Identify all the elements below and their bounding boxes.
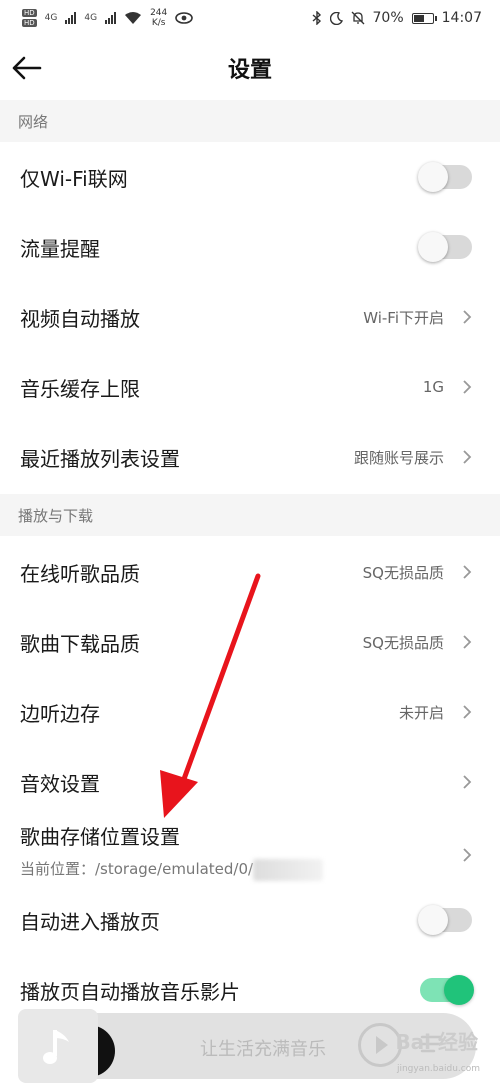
page-title: 设置 xyxy=(227,58,272,83)
back-arrow-icon[interactable] xyxy=(10,52,44,84)
setting-row-video-autoplay[interactable]: 视频自动播放 Wi-Fi下开启 xyxy=(0,282,500,352)
speed-unit: K/s xyxy=(151,18,166,28)
setting-label: 最近播放列表设置 xyxy=(20,446,180,471)
section-header-playback: 播放与下载 xyxy=(0,494,500,536)
chevron-right-icon xyxy=(463,775,472,789)
moon-icon xyxy=(329,11,343,25)
chevron-right-icon xyxy=(463,565,472,579)
chevron-right-icon xyxy=(463,705,472,719)
setting-row-auto-enter-player[interactable]: 自动进入播放页 xyxy=(0,885,500,955)
chevron-right-icon xyxy=(463,310,472,324)
auto-play-video-toggle[interactable] xyxy=(420,975,474,1005)
setting-row-listen-save[interactable]: 边听边存 未开启 xyxy=(0,677,500,747)
setting-row-wifi-only[interactable]: 仅Wi-Fi联网 xyxy=(0,142,500,212)
battery-percent: 70% xyxy=(372,10,404,26)
setting-value: 未开启 xyxy=(398,703,444,722)
section-label: 播放与下载 xyxy=(18,506,94,525)
setting-label: 流量提醒 xyxy=(20,236,100,261)
setting-label: 视频自动播放 xyxy=(20,306,140,331)
setting-value: Wi-Fi下开启 xyxy=(363,308,444,327)
network-type-label: 4G xyxy=(44,12,58,23)
setting-row-cache-limit[interactable]: 音乐缓存上限 1G xyxy=(0,352,500,422)
bluetooth-icon xyxy=(312,11,321,25)
setting-row-recent-list[interactable]: 最近播放列表设置 跟随账号展示 xyxy=(0,422,500,492)
setting-row-storage-location[interactable]: 歌曲存储位置设置 当前位置：/storage/emulated/0/ xyxy=(0,817,500,885)
watermark-brand: Bai 经验 xyxy=(395,1030,478,1054)
battery-fill xyxy=(413,14,425,22)
music-note-icon xyxy=(43,1030,69,1064)
signal-icon xyxy=(105,12,117,24)
section-label: 网络 xyxy=(18,112,49,131)
wifi-only-toggle[interactable] xyxy=(418,162,472,192)
auto-enter-player-toggle[interactable] xyxy=(418,905,472,935)
setting-label: 音效设置 xyxy=(20,771,100,796)
setting-row-download-quality[interactable]: 歌曲下载品质 SQ无损品质 xyxy=(0,607,500,677)
setting-label: 在线听歌品质 xyxy=(20,561,140,586)
watermark-url: jingyan.baidu.com xyxy=(396,1064,480,1074)
battery-icon xyxy=(411,12,437,24)
setting-value: SQ无损品质 xyxy=(362,633,444,652)
album-art[interactable] xyxy=(18,1009,98,1083)
setting-label: 歌曲下载品质 xyxy=(20,631,140,656)
chevron-right-icon xyxy=(463,635,472,649)
setting-subtitle: 当前位置：/storage/emulated/0/ xyxy=(20,858,324,881)
player-slogan: 让生活充满音乐 xyxy=(200,1039,326,1060)
storage-path: 当前位置：/storage/emulated/0/ xyxy=(20,860,254,879)
hd-icon: HD xyxy=(22,19,37,27)
setting-row-online-quality[interactable]: 在线听歌品质 SQ无损品质 xyxy=(0,537,500,607)
data-alert-toggle[interactable] xyxy=(418,232,472,262)
mute-bell-icon xyxy=(351,11,364,25)
network-type-label: 4G xyxy=(84,12,98,23)
chevron-right-icon xyxy=(463,380,472,394)
toggle-knob xyxy=(418,162,448,192)
signal-icon xyxy=(65,12,77,24)
clock: 14:07 xyxy=(441,10,482,26)
eye-icon xyxy=(175,12,194,24)
status-bar: HD HD 4G 4G 244 K/s 70% 14:07 xyxy=(0,0,500,36)
setting-value: SQ无损品质 xyxy=(362,563,444,582)
toggle-knob xyxy=(418,232,448,262)
setting-label: 歌曲存储位置设置 xyxy=(20,825,180,850)
setting-label: 自动进入播放页 xyxy=(20,909,160,934)
setting-value: 跟随账号展示 xyxy=(353,448,444,467)
hd-icon: HD xyxy=(22,9,37,17)
chevron-wrap xyxy=(462,847,472,867)
setting-row-data-alert[interactable]: 流量提醒 xyxy=(0,212,500,282)
setting-label: 音乐缓存上限 xyxy=(20,376,140,401)
setting-label: 仅Wi-Fi联网 xyxy=(20,166,128,191)
setting-label: 边听边存 xyxy=(20,701,100,726)
network-speed: 244 K/s xyxy=(150,8,167,28)
wifi-icon xyxy=(125,12,142,24)
chevron-right-icon xyxy=(463,848,472,862)
toggle-knob xyxy=(418,905,448,935)
speed-value: 244 xyxy=(150,8,168,18)
page-header: 设置 xyxy=(0,36,500,100)
setting-label: 播放页自动播放音乐影片 xyxy=(20,979,240,1004)
blurred-path xyxy=(253,858,324,881)
hd-icons: HD HD xyxy=(22,9,37,27)
status-right: 70% 14:07 xyxy=(312,10,482,26)
toggle-knob xyxy=(444,975,474,1005)
setting-value: 1G xyxy=(422,378,444,396)
section-header-network: 网络 xyxy=(0,100,500,142)
chevron-right-icon xyxy=(463,450,472,464)
status-left: HD HD 4G 4G 244 K/s xyxy=(22,8,194,28)
setting-row-sound-effects[interactable]: 音效设置 xyxy=(0,747,500,817)
